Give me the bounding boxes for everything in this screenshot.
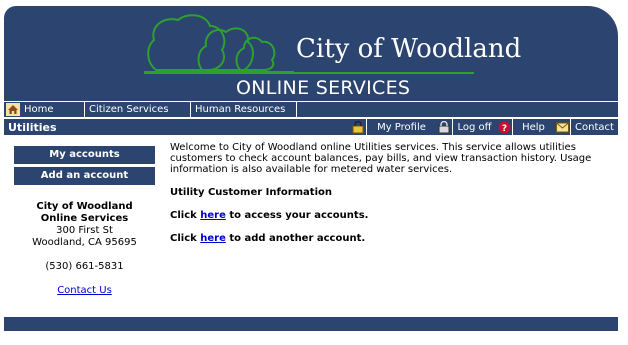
org-name-line2: Online Services (40, 213, 129, 224)
svg-text:?: ? (501, 124, 506, 134)
main-nav: Home Citizen Services Human Resources (4, 101, 618, 118)
main-content: Welcome to City of Woodland online Utili… (170, 142, 610, 256)
nav-item-label: Home (24, 104, 54, 115)
line-suffix: to access your accounts. (225, 210, 369, 221)
sidebar: My accounts Add an account City of Woodl… (14, 146, 155, 297)
help-icon: ? (497, 120, 511, 134)
log-off-label: Log off (457, 121, 492, 133)
header-banner: City of Woodland ONLINE SERVICES (4, 6, 618, 101)
intro-text: Welcome to City of Woodland online Utili… (170, 142, 592, 175)
add-account-link[interactable]: here (200, 233, 226, 244)
lock-icon (351, 120, 365, 134)
section-toolbar: Utilities My Profile Log off ? Help Cont… (4, 119, 618, 135)
help-link[interactable]: Help (512, 119, 554, 135)
org-name-line1: City of Woodland (36, 201, 133, 212)
phone-number: (530) 661-5831 (45, 261, 124, 272)
home-icon (6, 103, 20, 116)
nav-item-home[interactable]: Home (4, 102, 85, 117)
line-prefix: Click (170, 233, 201, 244)
contact-link[interactable]: Contact (570, 119, 618, 135)
footer-bar (4, 317, 618, 331)
contact-us-link[interactable]: Contact Us (14, 285, 155, 297)
access-accounts-link[interactable]: here (200, 210, 226, 221)
nav-item-label: Citizen Services (89, 104, 169, 115)
contact-label: Contact (575, 121, 614, 133)
section-title: Utilities (8, 120, 57, 134)
access-accounts-line: Click here to access your accounts. (170, 210, 610, 221)
line-prefix: Click (170, 210, 201, 221)
site-subtitle: ONLINE SERVICES (236, 77, 411, 99)
city-state-zip: Woodland, CA 95695 (32, 237, 137, 248)
lock-icon (437, 120, 451, 134)
nav-item-label: Human Resources (195, 104, 286, 115)
site-title: City of Woodland (296, 34, 522, 64)
nav-item-citizen-services[interactable]: Citizen Services (85, 102, 191, 117)
log-off-link[interactable]: Log off (452, 119, 496, 135)
nav-item-human-resources[interactable]: Human Resources (191, 102, 297, 117)
title-underline (144, 72, 474, 74)
my-profile-label: My Profile (377, 121, 426, 133)
mail-icon (555, 120, 569, 134)
section-heading: Utility Customer Information (170, 187, 332, 198)
add-account-line: Click here to add another account. (170, 233, 610, 244)
my-profile-link[interactable]: My Profile (366, 119, 436, 135)
add-account-button[interactable]: Add an account (14, 167, 155, 185)
my-accounts-button[interactable]: My accounts (14, 146, 155, 164)
trees-logo-icon (144, 14, 294, 73)
street-address: 300 First St (56, 225, 113, 236)
line-suffix: to add another account. (225, 233, 366, 244)
address-block: City of Woodland Online Services 300 Fir… (14, 201, 155, 297)
help-label: Help (522, 121, 545, 133)
